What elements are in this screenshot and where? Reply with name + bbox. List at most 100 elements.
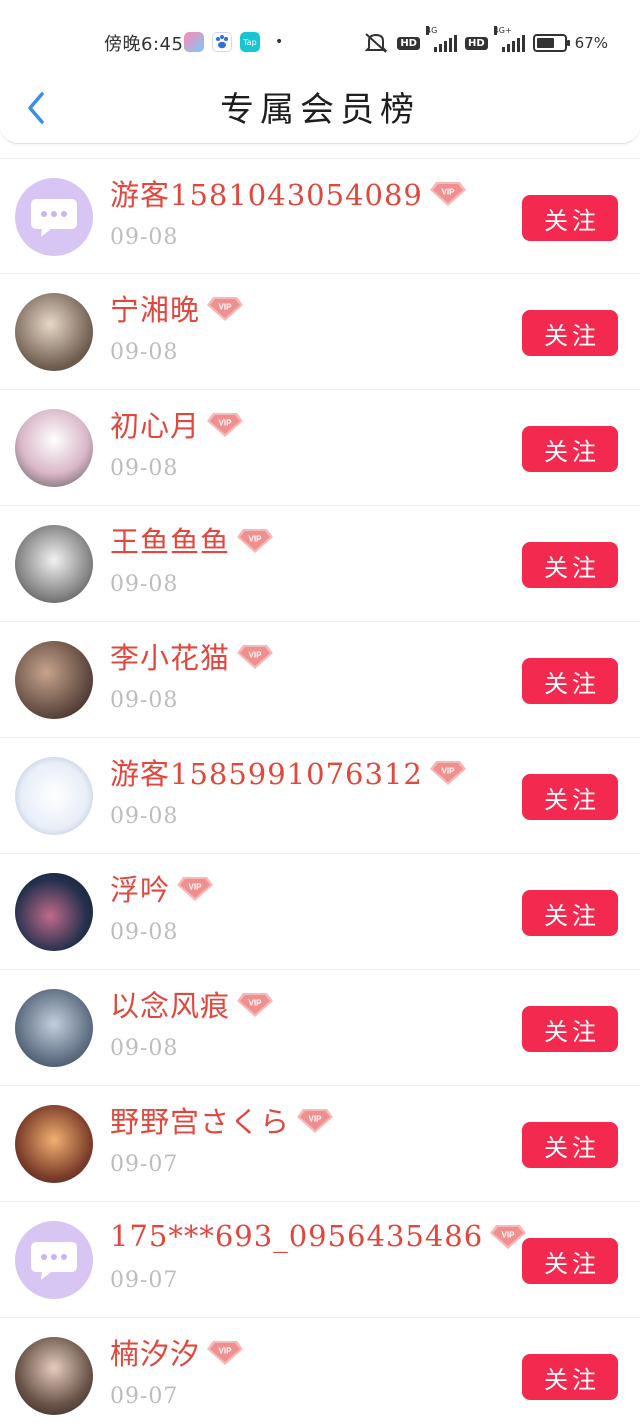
status-right-group: HD 4G HD 4G+ 67% (363, 26, 608, 56)
battery-icon (532, 34, 570, 52)
game-app-icon (184, 32, 204, 52)
follow-button[interactable]: 关注 (522, 658, 618, 704)
svg-text:VIP: VIP (219, 419, 233, 428)
member-row[interactable]: 浮吟 VIP 09-08 关注 (0, 854, 640, 970)
avatar[interactable] (15, 1105, 93, 1183)
vip-diamond-icon: VIP (237, 993, 274, 1017)
svg-text:VIP: VIP (249, 651, 263, 660)
member-name-line: 王鱼鱼鱼 VIP (110, 520, 274, 560)
signal-icon: 4G+ (493, 26, 525, 52)
chat-bubble-icon (31, 1242, 77, 1280)
avatar[interactable] (15, 1337, 93, 1415)
member-row[interactable]: 初心月 VIP 09-08 关注 (0, 390, 640, 506)
svg-text:VIP: VIP (249, 535, 263, 544)
follow-button[interactable]: 关注 (522, 542, 618, 588)
member-name: 楠汐汐 (110, 1337, 201, 1371)
page-title: 专属会员榜 (220, 90, 420, 130)
member-name: 王鱼鱼鱼 (110, 525, 231, 559)
follow-button[interactable]: 关注 (522, 890, 618, 936)
signal-icon: 4G (425, 26, 457, 52)
member-date: 09-08 (110, 340, 179, 365)
avatar[interactable] (15, 409, 93, 487)
member-list: 游客15810430540​89 VIP 09-08 关注 宁湘晚 VIP 09-08 关注初… (0, 158, 640, 1423)
avatar[interactable] (15, 293, 93, 371)
follow-button[interactable]: 关注 (522, 1238, 618, 1284)
member-date: 09-08 (110, 688, 179, 713)
member-date: 09-07 (110, 1268, 179, 1293)
hd-badge: HD (464, 36, 488, 50)
notification-dot: • (275, 34, 284, 50)
member-date: 09-08 (110, 1036, 179, 1061)
member-date: 09-08 (110, 456, 179, 481)
member-row[interactable]: 李小花猫 VIP 09-08 关注 (0, 622, 640, 738)
vip-diamond-icon: VIP (177, 877, 214, 901)
follow-button[interactable]: 关注 (522, 1354, 618, 1400)
avatar[interactable] (15, 178, 93, 256)
member-name-line: 游客15859910763​12 VIP (110, 752, 467, 792)
mute-icon (364, 33, 388, 53)
vip-diamond-icon: VIP (429, 761, 466, 785)
svg-text:VIP: VIP (219, 1347, 233, 1356)
member-name-line: 野野宫さくら VIP (110, 1100, 334, 1140)
vip-diamond-icon: VIP (207, 1341, 244, 1365)
member-date: 09-08 (110, 225, 179, 250)
member-date: 09-07 (110, 1384, 179, 1409)
member-row[interactable]: 以念风痕 VIP 09-08 关注 (0, 970, 640, 1086)
member-name-line: 李小花猫 VIP (110, 636, 274, 676)
follow-button[interactable]: 关注 (522, 310, 618, 356)
member-row[interactable]: 游客15810430540​89 VIP 09-08 关注 (0, 158, 640, 274)
member-date: 09-07 (110, 1152, 179, 1177)
vip-diamond-icon: VIP (297, 1109, 334, 1133)
svg-text:VIP: VIP (502, 1231, 516, 1240)
member-name: 李小花猫 (110, 641, 231, 675)
member-name: 初心月 (110, 409, 201, 443)
member-row[interactable]: 175***693_0956435486 VIP 09-07 关注 (0, 1202, 640, 1318)
svg-text:VIP: VIP (441, 767, 455, 776)
member-row[interactable]: 野野宫さくら VIP 09-07 关注 (0, 1086, 640, 1202)
avatar[interactable] (15, 525, 93, 603)
status-bar: 傍晚6:45 Tap • HD 4G HD 4G+ 67% (0, 0, 640, 86)
member-name: 175***693_0956435486 (110, 1219, 484, 1253)
status-time: 傍晚6:45 (104, 34, 184, 55)
avatar[interactable] (15, 641, 93, 719)
svg-text:VIP: VIP (249, 999, 263, 1008)
avatar[interactable] (15, 873, 93, 951)
avatar[interactable] (15, 1221, 93, 1299)
member-date: 09-08 (110, 572, 179, 597)
member-name: 游客15810430540​89 (110, 178, 423, 212)
member-name-line: 175***693_0956435486 VIP (110, 1216, 527, 1256)
member-name-line: 宁湘晚 VIP (110, 288, 244, 328)
baidu-app-icon (212, 32, 232, 52)
chat-bubble-icon (31, 199, 77, 237)
member-name: 浮吟 (110, 873, 171, 907)
svg-text:VIP: VIP (441, 188, 455, 197)
tap-app-icon: Tap (240, 32, 260, 52)
avatar[interactable] (15, 989, 93, 1067)
member-name: 游客15859910763​12 (110, 757, 423, 791)
vip-diamond-icon: VIP (207, 297, 244, 321)
member-row[interactable]: 王鱼鱼鱼 VIP 09-08 关注 (0, 506, 640, 622)
member-row[interactable]: 宁湘晚 VIP 09-08 关注 (0, 274, 640, 390)
svg-text:VIP: VIP (189, 883, 203, 892)
follow-button[interactable]: 关注 (522, 426, 618, 472)
svg-text:VIP: VIP (309, 1115, 323, 1124)
member-date: 09-08 (110, 804, 179, 829)
header: 傍晚6:45 Tap • HD 4G HD 4G+ 67% 专属会员榜 (0, 0, 640, 144)
follow-button[interactable]: 关注 (522, 1006, 618, 1052)
member-name-line: 初心月 VIP (110, 404, 244, 444)
battery-percent: 67% (574, 34, 608, 52)
member-name: 宁湘晚 (110, 293, 201, 327)
member-name: 野野宫さくら (110, 1105, 291, 1139)
vip-diamond-icon: VIP (207, 413, 244, 437)
follow-button[interactable]: 关注 (522, 1122, 618, 1168)
member-date: 09-08 (110, 920, 179, 945)
member-row[interactable]: 游客15859910763​12 VIP 09-08 关注 (0, 738, 640, 854)
member-name-line: 以念风痕 VIP (110, 984, 274, 1024)
follow-button[interactable]: 关注 (522, 774, 618, 820)
member-name-line: 浮吟 VIP (110, 868, 214, 908)
avatar[interactable] (15, 757, 93, 835)
svg-text:VIP: VIP (219, 303, 233, 312)
member-row[interactable]: 楠汐汐 VIP 09-07 关注 (0, 1318, 640, 1423)
follow-button[interactable]: 关注 (522, 195, 618, 241)
member-name-line: 游客15810430540​89 VIP (110, 173, 467, 213)
